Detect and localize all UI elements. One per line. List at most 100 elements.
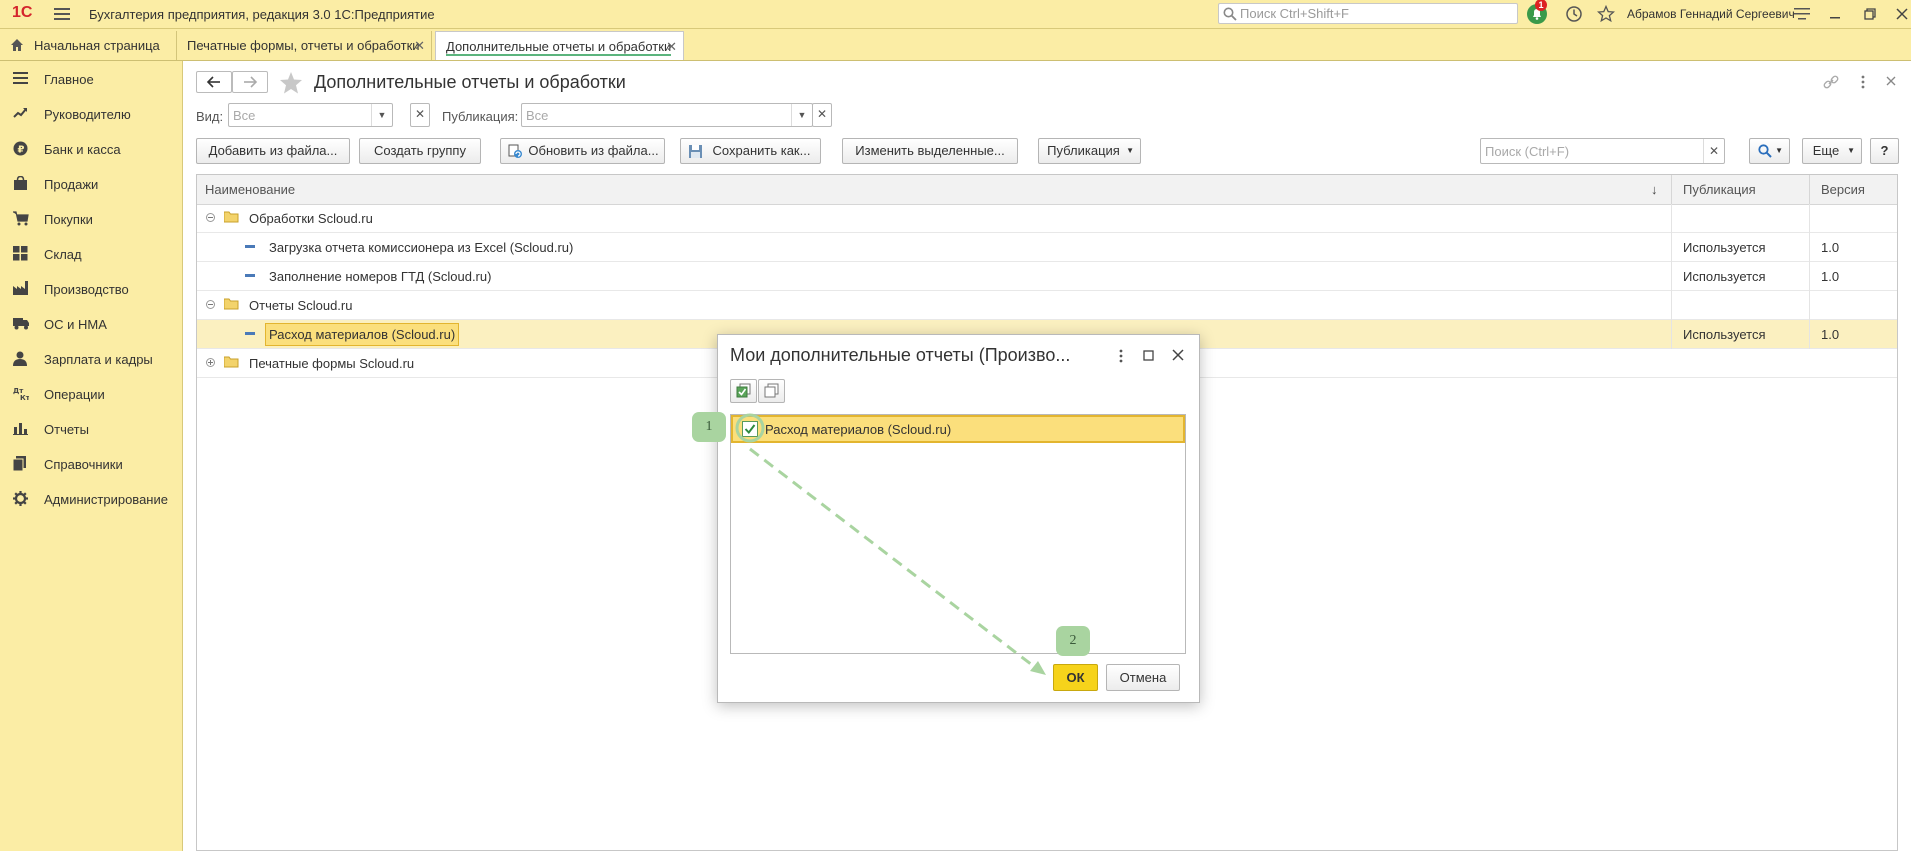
sidebar-item-sales[interactable]: Продажи — [0, 166, 182, 201]
close-tab-icon[interactable]: ✕ — [414, 38, 425, 54]
row-publication: Используется — [1683, 240, 1766, 255]
update-from-file-button[interactable]: Обновить из файла... — [500, 138, 665, 164]
sidebar-item-reports[interactable]: Отчеты — [0, 411, 182, 446]
collapse-icon[interactable] — [206, 213, 215, 222]
tab-home[interactable]: Начальная страница — [0, 31, 170, 60]
clear-publication-filter-button[interactable]: ✕ — [812, 103, 832, 127]
help-button[interactable]: ? — [1870, 138, 1899, 164]
global-search-input[interactable]: Поиск Ctrl+Shift+F — [1218, 3, 1518, 24]
forward-button[interactable] — [232, 71, 268, 93]
menu-lines-icon — [13, 71, 28, 85]
create-group-button[interactable]: Создать группу — [359, 138, 481, 164]
collapse-icon[interactable] — [206, 300, 215, 309]
sidebar-item-administration[interactable]: Администрирование — [0, 481, 182, 516]
sidebar-item-label: Зарплата и кадры — [44, 352, 153, 367]
clear-view-filter-button[interactable]: ✕ — [410, 103, 430, 127]
report-checkbox[interactable] — [742, 421, 758, 437]
uncheck-all-icon — [764, 383, 780, 399]
sidebar-item-label: Продажи — [44, 177, 99, 192]
user-name[interactable]: Абрамов Геннадий Сергеевич — [1627, 7, 1795, 21]
change-selected-button[interactable]: Изменить выделенные... — [842, 138, 1018, 164]
view-filter-select[interactable]: Все ▼ — [228, 103, 393, 127]
column-header-name[interactable]: Наименование — [205, 182, 295, 197]
table-row[interactable]: Загрузка отчета комиссионера из Excel (S… — [197, 233, 1897, 262]
sidebar-item-catalogs[interactable]: Справочники — [0, 446, 182, 481]
sidebar-item-label: Справочники — [44, 457, 123, 472]
truck-icon — [13, 316, 30, 330]
sidebar-item-salary[interactable]: Зарплата и кадры — [0, 341, 182, 376]
cancel-button[interactable]: Отмена — [1106, 664, 1180, 691]
close-window-icon[interactable] — [1896, 8, 1908, 20]
sidebar: Главное Руководителю ₽ Банк и касса Прод… — [0, 61, 183, 851]
row-name: Загрузка отчета комиссионера из Excel (S… — [269, 240, 574, 255]
expand-icon[interactable] — [206, 358, 215, 367]
sidebar-item-purchases[interactable]: Покупки — [0, 201, 182, 236]
folder-icon — [224, 211, 239, 223]
main-menu-icon[interactable] — [54, 7, 70, 21]
favorite-star-icon[interactable] — [279, 71, 303, 95]
dialog-title: Мои дополнительные отчеты (Произво... — [730, 345, 1071, 365]
update-file-icon — [508, 144, 523, 159]
sidebar-item-label: Банк и касса — [44, 142, 121, 157]
publication-filter-select[interactable]: Все ▼ — [521, 103, 813, 127]
more-vertical-icon[interactable] — [1860, 74, 1866, 90]
settings-lines-icon[interactable] — [1794, 7, 1810, 21]
history-icon[interactable] — [1565, 5, 1583, 23]
close-form-icon[interactable] — [1886, 76, 1896, 86]
table-row[interactable]: Обработки Scloud.ru — [197, 204, 1897, 233]
link-icon[interactable] — [1823, 74, 1839, 90]
sidebar-item-bank[interactable]: ₽ Банк и касса — [0, 131, 182, 166]
table-row[interactable]: Отчеты Scloud.ru — [197, 291, 1897, 320]
search-options-button[interactable]: ▼ — [1749, 138, 1790, 164]
bar-chart-icon — [13, 421, 28, 435]
chevron-down-icon[interactable]: ▼ — [791, 104, 812, 126]
sidebar-item-main[interactable]: Главное — [0, 61, 182, 96]
sidebar-item-label: Покупки — [44, 212, 93, 227]
close-dialog-icon[interactable] — [1172, 349, 1184, 361]
maximize-icon[interactable] — [1143, 350, 1154, 361]
back-button[interactable] — [196, 71, 232, 93]
tab-additional-reports-label: Дополнительные отчеты и обработки — [446, 39, 672, 56]
gear-icon — [13, 491, 28, 506]
sidebar-item-assets[interactable]: ОС и НМА — [0, 306, 182, 341]
row-name: Отчеты Scloud.ru — [249, 298, 353, 313]
table-row[interactable]: Заполнение номеров ГТД (Scloud.ru) Испол… — [197, 262, 1897, 291]
search-icon — [1223, 7, 1237, 21]
list-item[interactable]: Расход материалов (Scloud.ru) — [731, 415, 1185, 443]
more-menu-button[interactable]: Еще ▼ — [1802, 138, 1862, 164]
list-search-input[interactable]: Поиск (Ctrl+F) ✕ — [1480, 138, 1725, 164]
selected-cell[interactable]: Расход материалов (Scloud.ru) — [265, 323, 460, 346]
sidebar-item-label: Склад — [44, 247, 82, 262]
tab-additional-reports[interactable]: Дополнительные отчеты и обработки ✕ — [435, 31, 684, 60]
sidebar-item-label: Производство — [44, 282, 129, 297]
sort-arrow-icon[interactable]: ↓ — [1651, 182, 1658, 197]
sidebar-item-production[interactable]: Производство — [0, 271, 182, 306]
sidebar-item-label: Операции — [44, 387, 105, 402]
table-header: Наименование ↓ Публикация Версия — [197, 175, 1897, 205]
clear-search-icon[interactable]: ✕ — [1703, 139, 1724, 163]
list-item-label: Расход материалов (Scloud.ru) — [765, 422, 952, 437]
uncheck-all-button[interactable] — [758, 379, 785, 403]
minimize-icon[interactable] — [1829, 8, 1841, 20]
bag-icon — [13, 176, 28, 191]
title-bar: 1С Бухгалтерия предприятия, редакция 3.0… — [0, 0, 1911, 29]
more-vertical-icon[interactable] — [1118, 348, 1124, 364]
restore-icon[interactable] — [1864, 8, 1876, 20]
check-all-button[interactable] — [730, 379, 757, 403]
tab-print-forms[interactable]: Печатные формы, отчеты и обработки ✕ — [176, 31, 432, 60]
checkmark-icon — [744, 423, 756, 435]
favorites-star-icon[interactable] — [1597, 5, 1615, 23]
sidebar-item-manager[interactable]: Руководителю — [0, 96, 182, 131]
ok-button[interactable]: ОК — [1053, 664, 1098, 691]
chevron-down-icon[interactable]: ▼ — [371, 104, 392, 126]
column-header-publication[interactable]: Публикация — [1683, 182, 1756, 197]
column-header-version[interactable]: Версия — [1821, 182, 1865, 197]
sidebar-item-operations[interactable]: Дт Кт Операции — [0, 376, 182, 411]
close-tab-icon[interactable]: ✕ — [666, 39, 677, 55]
svg-text:₽: ₽ — [18, 145, 25, 156]
add-from-file-button[interactable]: Добавить из файла... — [196, 138, 350, 164]
publication-menu-button[interactable]: Публикация ▼ — [1038, 138, 1141, 164]
save-as-button[interactable]: Сохранить как... — [680, 138, 821, 164]
sidebar-item-warehouse[interactable]: Склад — [0, 236, 182, 271]
global-search-placeholder: Поиск Ctrl+Shift+F — [1240, 6, 1349, 21]
